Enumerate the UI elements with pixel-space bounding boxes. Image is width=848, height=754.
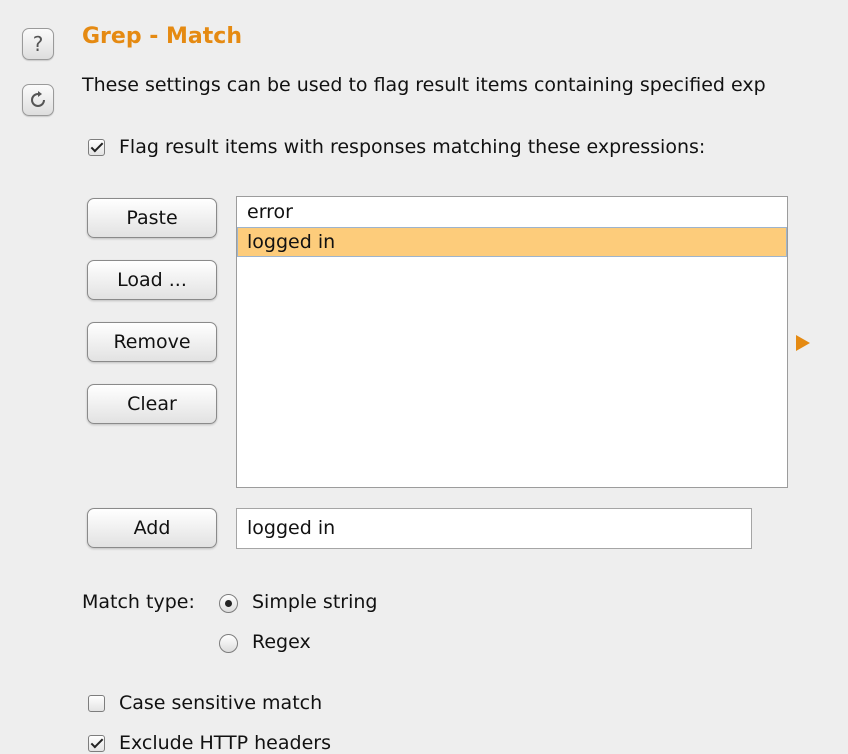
expression-input[interactable]: logged in — [236, 508, 752, 549]
regex-label: Regex — [252, 631, 311, 653]
simple-string-radio[interactable] — [219, 594, 238, 613]
flag-option-label: Flag result items with responses matchin… — [119, 136, 706, 158]
help-button[interactable]: ? — [22, 28, 54, 60]
case-sensitive-label: Case sensitive match — [119, 692, 323, 714]
list-item[interactable]: error — [237, 197, 787, 227]
reset-button[interactable] — [22, 84, 54, 116]
reset-icon — [31, 91, 45, 107]
simple-string-label: Simple string — [252, 591, 378, 613]
list-item-selected[interactable]: logged in — [237, 227, 787, 257]
paste-button[interactable]: Paste — [87, 198, 217, 238]
question-mark-icon: ? — [33, 33, 44, 55]
svg-text:?: ? — [33, 33, 44, 55]
match-type-label: Match type: — [82, 591, 195, 613]
regex-radio[interactable] — [219, 634, 238, 653]
clear-button[interactable]: Clear — [87, 384, 217, 424]
section-description: These settings can be used to flag resul… — [82, 74, 766, 96]
add-button[interactable]: Add — [87, 508, 217, 548]
case-sensitive-row[interactable]: Case sensitive match — [88, 692, 322, 714]
flag-option-checkbox[interactable] — [88, 138, 105, 156]
expand-arrow-icon[interactable] — [796, 335, 810, 351]
exclude-headers-label: Exclude HTTP headers — [119, 732, 331, 754]
load-button[interactable]: Load ... — [87, 260, 217, 300]
section-title: Grep - Match — [82, 24, 242, 49]
case-sensitive-checkbox[interactable] — [88, 694, 105, 712]
expressions-list[interactable]: error logged in — [236, 196, 788, 488]
exclude-headers-row[interactable]: Exclude HTTP headers — [88, 732, 331, 754]
flag-option-row[interactable]: Flag result items with responses matchin… — [88, 136, 705, 158]
remove-button[interactable]: Remove — [87, 322, 217, 362]
exclude-headers-checkbox[interactable] — [88, 734, 105, 752]
